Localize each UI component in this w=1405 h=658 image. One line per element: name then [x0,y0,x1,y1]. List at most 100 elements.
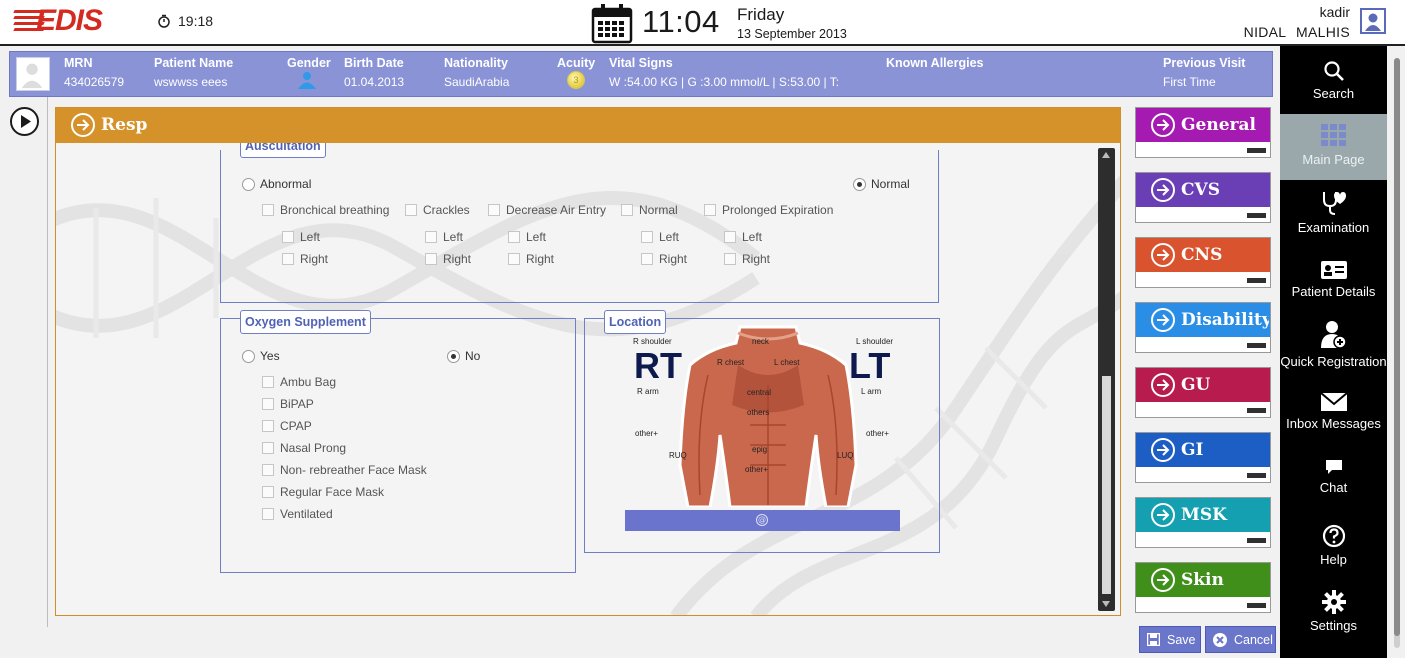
prolonged-right-checkbox[interactable]: Right [724,252,770,266]
loc-r-chest[interactable]: R chest [717,358,744,367]
oxygen-legend: Oxygen Supplement [240,310,371,334]
category-button-gi[interactable]: GI [1135,432,1271,483]
oxygen-nasal-prong[interactable]: Nasal Prong [262,441,346,455]
collapse-minus-icon[interactable] [1247,148,1266,153]
bronchical-left-checkbox[interactable]: Left [282,230,320,244]
collapse-minus-icon[interactable] [1247,603,1266,608]
nav-chat[interactable]: Chat [1280,444,1387,510]
auscultation-fieldset [220,150,939,303]
add-user-icon [1320,321,1347,349]
decrease-right-checkbox[interactable]: Right [508,252,554,266]
loc-ruq[interactable]: RUQ [669,451,687,460]
user-avatar-icon[interactable] [1360,8,1386,34]
cancel-button[interactable]: Cancel [1205,626,1276,653]
collapse-minus-icon[interactable] [1247,473,1266,478]
help-icon [1322,524,1345,548]
logo-text: EDIS [36,4,103,37]
finding-normal[interactable]: Normal [621,203,678,217]
page-scrollbar[interactable] [1389,46,1405,658]
oxygen-ventilated[interactable]: Ventilated [262,507,333,521]
oxygen-bipap[interactable]: BiPAP [262,397,314,411]
nav-inbox-messages[interactable]: Inbox Messages [1280,378,1387,444]
content-scrollbar[interactable] [1098,148,1115,611]
normal-left-checkbox[interactable]: Left [641,230,679,244]
location-clear-bar[interactable]: @ [625,510,900,531]
right-side-label: RT [634,345,682,386]
male-icon [298,72,316,89]
scroll-up-arrow-icon[interactable] [1102,152,1110,158]
nav-help[interactable]: Help [1280,510,1387,576]
crackles-left-checkbox[interactable]: Left [425,230,463,244]
loc-central[interactable]: central [747,388,771,397]
expand-play-button[interactable] [10,107,39,136]
category-button-cns[interactable]: CNS [1135,237,1271,288]
finding-crackles[interactable]: Crackles [405,203,470,217]
oxygen-regular-face-mask[interactable]: Regular Face Mask [262,485,384,499]
loc-neck[interactable]: neck [752,337,769,346]
bronchical-right-checkbox[interactable]: Right [282,252,328,266]
loc-l-chest[interactable]: L chest [774,358,800,367]
loc-other-right[interactable]: other+ [866,429,889,438]
nav-main-page[interactable]: Main Page [1280,114,1387,180]
category-button-msk[interactable]: MSK [1135,497,1271,548]
collapse-minus-icon[interactable] [1247,278,1266,283]
loc-epig[interactable]: epig [752,445,767,454]
abnormal-radio[interactable]: Abnormal [242,177,311,191]
nav-examination[interactable]: Examination [1280,180,1387,246]
location-legend: Location [604,310,667,334]
save-button[interactable]: Save [1139,626,1201,653]
envelope-icon [1319,392,1348,411]
oxygen-cpap[interactable]: CPAP [262,419,312,433]
oxygen-yes-radio[interactable]: Yes [242,349,280,363]
user-login: kadir [1319,4,1350,20]
loc-other-bottom[interactable]: other+ [745,465,768,474]
loc-l-arm[interactable]: L arm [861,387,881,396]
patient-name-field: Patient Name wswwss eees [154,56,233,89]
collapse-minus-icon[interactable] [1247,538,1266,543]
collapse-minus-icon[interactable] [1247,343,1266,348]
category-button-disability[interactable]: Disability [1135,302,1271,353]
finding-bronchical-breathing[interactable]: Bronchical breathing [262,203,389,217]
collapse-minus-icon[interactable] [1247,408,1266,413]
oxygen-non-rebreather[interactable]: Non- rebreather Face Mask [262,463,427,477]
mrn-field: MRN 434026579 [64,56,124,89]
oxygen-ambu-bag[interactable]: Ambu Bag [262,375,336,389]
id-card-icon [1320,261,1347,279]
section-arrow-icon [71,113,95,137]
scroll-down-arrow-icon[interactable] [1102,601,1110,607]
loc-other-left[interactable]: other+ [635,429,658,438]
loc-luq[interactable]: LUQ [837,451,853,460]
decrease-left-checkbox[interactable]: Left [508,230,546,244]
prolonged-left-checkbox[interactable]: Left [724,230,762,244]
search-icon [1323,61,1344,81]
gender-label: Gender [287,56,331,70]
category-button-skin[interactable]: Skin [1135,562,1271,613]
scroll-thumb[interactable] [1102,376,1111,594]
loc-l-shoulder[interactable]: L shoulder [856,337,893,346]
category-button-general[interactable]: General [1135,107,1271,158]
normal-radio[interactable]: Normal [853,177,910,191]
crackles-right-checkbox[interactable]: Right [425,252,471,266]
nav-patient-details[interactable]: Patient Details [1280,246,1387,312]
oxygen-no-radio[interactable]: No [447,349,480,363]
normal-right-checkbox[interactable]: Right [641,252,687,266]
collapse-minus-icon[interactable] [1247,213,1266,218]
nav-settings[interactable]: Settings [1280,576,1387,642]
stopwatch-icon [158,14,170,28]
nav-quick-registration[interactable]: Quick Registration [1280,312,1387,378]
finding-prolonged-expiration[interactable]: Prolonged Expiration [704,203,833,217]
chat-icon [1325,460,1342,474]
page-scroll-thumb[interactable] [1394,58,1400,636]
category-label: Disability [1181,310,1269,330]
clear-location-icon[interactable]: @ [756,514,768,526]
finding-decrease-air-entry[interactable]: Decrease Air Entry [488,203,606,217]
loc-r-arm[interactable]: R arm [637,387,659,396]
loc-r-shoulder[interactable]: R shoulder [633,337,672,346]
category-button-gu[interactable]: GU [1135,367,1271,418]
gender-field: Gender [287,56,331,89]
category-label: GI [1181,440,1204,460]
loc-others[interactable]: others [747,408,769,417]
nav-search[interactable]: Search [1280,46,1387,112]
vital-signs-value: W :54.00 KG | G :3.00 mmol/L | S:53.00 |… [609,75,840,89]
category-button-cvs[interactable]: CVS [1135,172,1271,223]
